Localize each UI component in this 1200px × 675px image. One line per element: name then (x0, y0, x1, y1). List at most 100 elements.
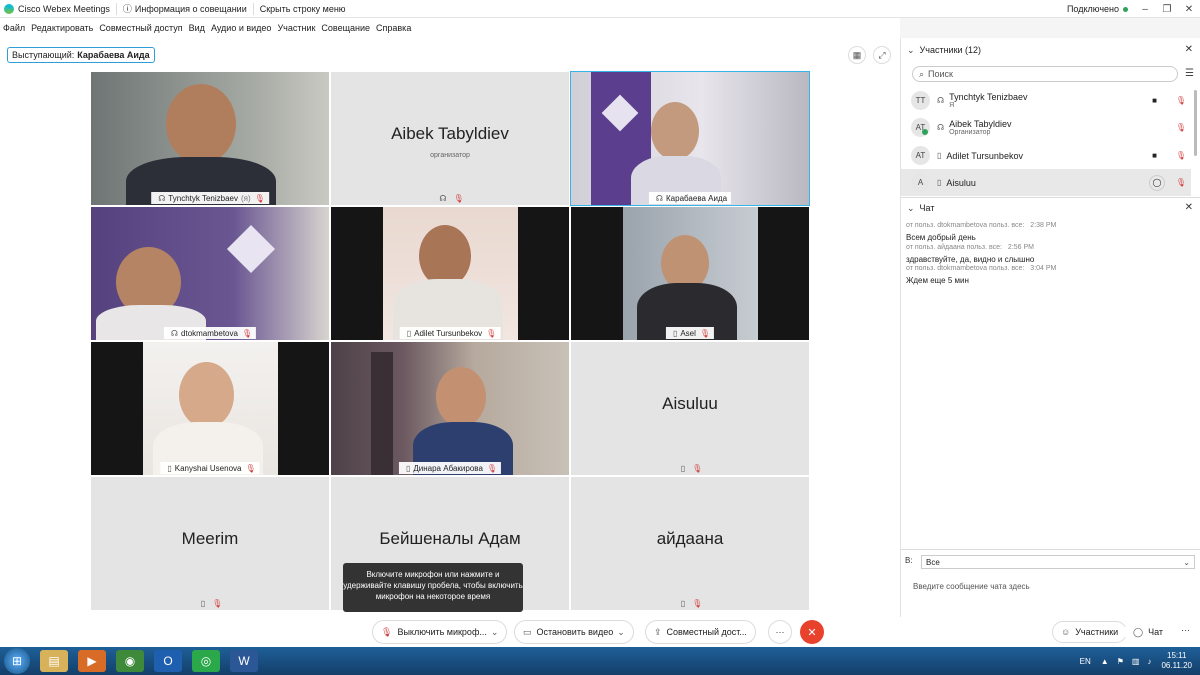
close-icon[interactable]: ✕ (1185, 44, 1193, 55)
webex-icon[interactable]: ◎ (192, 650, 220, 672)
participant-name: Aibek Tabyldiev (391, 124, 509, 143)
maximize-icon[interactable]: ❐ (1156, 4, 1178, 15)
self-suffix: (я) (240, 193, 251, 203)
minimize-icon[interactable]: – (1134, 4, 1156, 15)
windows-start-icon[interactable]: ⊞ (4, 648, 30, 674)
menu-share[interactable]: Совместный доступ (99, 23, 182, 33)
camera-icon: ▭ (523, 626, 532, 637)
video-tile[interactable]: айдаана ▯ 🎙 (571, 477, 809, 610)
headset-icon: ☊ (170, 328, 179, 338)
fullscreen-icon[interactable]: ⤢ (873, 46, 891, 64)
chat-bubble-icon[interactable]: ◯ (1149, 174, 1165, 191)
clock-date: 06.11.20 (1161, 661, 1192, 670)
end-call-icon[interactable]: ✕ (800, 620, 824, 644)
more-options-icon[interactable]: ⋯ (768, 620, 792, 644)
participant-name: Kanyshai Usenova (174, 463, 242, 473)
participant-name: Adilet Tursunbekov (946, 150, 1023, 161)
tile-label: ▯ 🎙 (674, 597, 707, 609)
participants-toggle[interactable]: ☺ Участники (1052, 621, 1128, 643)
outlook-icon[interactable]: O (154, 650, 182, 672)
video-tile[interactable]: Meerim ▯ 🎙 (91, 477, 329, 610)
video-tile-active[interactable]: ☊ Карабаева Аида (570, 71, 810, 206)
tray-arrow-icon[interactable]: ▲ (1101, 657, 1109, 666)
hide-menu-label: Скрыть строку меню (259, 3, 346, 14)
headset-icon: ☊ (158, 193, 166, 203)
muted-mic-icon: 🎙 (1175, 123, 1186, 132)
chat-input[interactable]: Введите сообщение чата здесь (913, 582, 1030, 591)
side-panel: ⌄ Участники (12) ✕ ⌕ Поиск ☰ TT ☊ Tyncht… (900, 38, 1200, 617)
info-icon: ⓘ (122, 4, 132, 14)
word-icon[interactable]: W (230, 650, 258, 672)
clock-time: 15:11 (1167, 651, 1187, 660)
phone-icon: ▯ (672, 328, 678, 338)
participants-header[interactable]: ⌄ Участники (12) ✕ (901, 40, 1200, 60)
menu-view[interactable]: Вид (189, 23, 205, 33)
participant-row[interactable]: AT ☊ Aibek Tabyldiev Организатор 🎙 (901, 114, 1191, 141)
close-icon[interactable]: ✕ (1178, 4, 1200, 15)
video-tile[interactable]: Aisuluu ▯ 🎙 (571, 342, 809, 475)
more-icon[interactable]: ⋯ (1181, 625, 1190, 636)
sort-icon[interactable]: ☰ (1185, 68, 1194, 79)
headset-icon: ☊ (937, 96, 945, 105)
headset-icon: ☊ (937, 123, 945, 132)
video-tile[interactable]: ☊ Tynchtyk Tenizbaev (я) 🎙 (91, 72, 329, 205)
video-tile[interactable]: ☊ dtokmambetova 🎙 (91, 207, 329, 340)
video-tile[interactable]: ▯ Kanyshai Usenova 🎙 (91, 342, 329, 475)
close-icon[interactable]: ✕ (1185, 202, 1193, 213)
file-explorer-icon[interactable]: ▤ (40, 650, 68, 672)
share-icon: ⇪ (654, 626, 662, 637)
participant-row-selected[interactable]: A ▯ Aisuluu ◯ 🎙 (901, 169, 1191, 196)
clock[interactable]: 15:11 06.11.20 (1161, 651, 1192, 671)
tile-label: ▯ Kanyshai Usenova 🎙 (160, 462, 260, 474)
menu-audio-video[interactable]: Аудио и видео (211, 23, 272, 33)
divider (115, 2, 117, 15)
tile-label: ▯ Динара Абакирова 🎙 (398, 462, 502, 474)
chrome-icon[interactable]: ◉ (116, 650, 144, 672)
muted-mic-icon: 🎙 (254, 193, 265, 203)
meeting-controls: 🎙 Выключить микроф... ⌄ ▭ Остановить вид… (0, 617, 1200, 647)
media-player-icon[interactable]: ▶ (78, 650, 106, 672)
recipient-label: В: (905, 556, 913, 565)
layout-grid-icon[interactable]: ▦ (848, 46, 866, 64)
connection-status: Подключено (1066, 4, 1119, 14)
chat-toggle-label: Чат (1148, 627, 1164, 637)
participant-row[interactable]: AT ▯ Adilet Tursunbekov ■ 🎙 (901, 142, 1191, 169)
person-face (436, 367, 486, 427)
chat-header[interactable]: ⌄ Чат ✕ (901, 198, 1200, 218)
participant-name: Tynchtyk Tenizbaev (949, 92, 1028, 102)
chat-toggle[interactable]: ◯ Чат (1124, 621, 1173, 643)
mute-button[interactable]: 🎙 Выключить микроф... ⌄ (372, 620, 508, 644)
meeting-info-label: Информация о совещании (134, 3, 247, 14)
language-indicator[interactable]: EN (1080, 657, 1091, 666)
flag-icon[interactable]: ⚑ (1117, 657, 1124, 666)
meeting-info-button[interactable]: ⓘ Информация о совещании (123, 0, 247, 18)
participant-row[interactable]: TT ☊ Tynchtyk Tenizbaev Я ■ 🎙 (901, 87, 1191, 114)
chevron-down-icon: ⌄ (1183, 557, 1190, 567)
volume-icon[interactable]: ♪ (1147, 657, 1151, 666)
menu-help[interactable]: Справка (376, 23, 411, 33)
menu-file[interactable]: Файл (3, 23, 25, 33)
participants-title: Участники (12) (919, 45, 982, 55)
video-tile[interactable]: ▯ Adilet Tursunbekov 🎙 (331, 207, 569, 340)
search-input[interactable]: ⌕ Поиск (912, 66, 1178, 82)
divider (252, 2, 254, 15)
tile-label: ☊ 🎙 (432, 192, 467, 204)
menu-participant[interactable]: Участник (277, 23, 315, 33)
share-button[interactable]: ⇪ Совместный дост... (645, 620, 756, 644)
hide-menu-button[interactable]: Скрыть строку меню (260, 0, 346, 18)
headset-icon: ☊ (655, 193, 664, 203)
phone-icon: ▯ (680, 598, 686, 608)
video-button[interactable]: ▭ Остановить видео ⌄ (514, 620, 634, 644)
window-controls: Подключено – ❐ ✕ (1067, 0, 1200, 18)
participants-scrollbar[interactable] (1194, 90, 1197, 156)
video-tile[interactable]: ▯ Asel 🎙 (571, 207, 809, 340)
menu-meeting[interactable]: Совещание (321, 23, 370, 33)
video-tile[interactable]: Aibek Tabyldiev организатор ☊ 🎙 (331, 72, 569, 205)
recipient-select[interactable]: Все ⌄ (921, 555, 1195, 569)
video-tile[interactable]: ▯ Динара Абакирова 🎙 (331, 342, 569, 475)
app-title: Cisco Webex Meetings (0, 0, 110, 18)
menu-edit[interactable]: Редактировать (31, 23, 93, 33)
chat-message: здравствуйте, да, видно и слышно (906, 255, 1035, 264)
network-icon[interactable]: ▥ (1132, 657, 1140, 666)
speaker-name: Карабаева Аида (77, 50, 150, 60)
